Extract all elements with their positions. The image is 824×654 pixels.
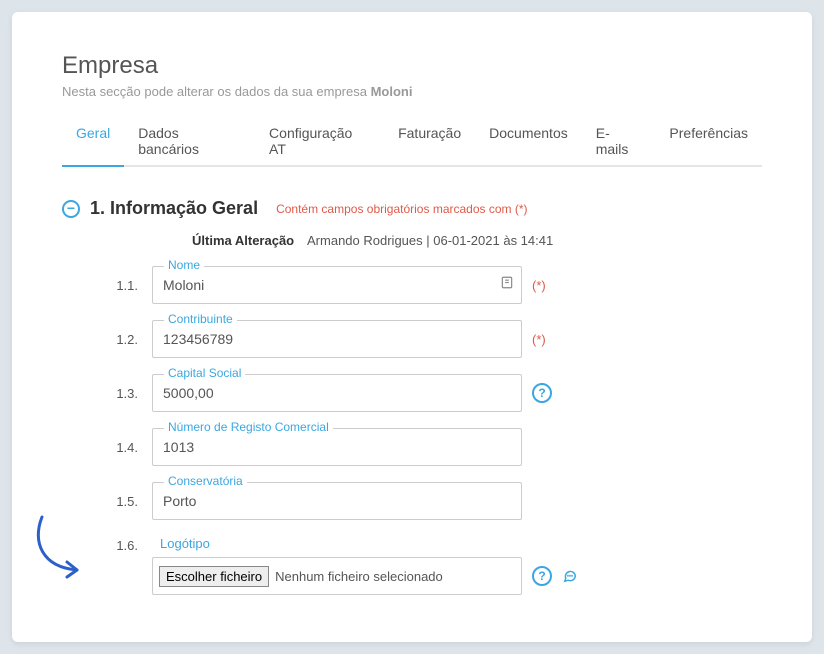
tab-faturacao[interactable]: Faturação (384, 117, 475, 167)
row-number: 1.2. (112, 332, 152, 347)
label-conservatoria: Conservatória (164, 474, 247, 488)
row-registo-comercial: 1.4. Número de Registo Comercial (112, 428, 762, 466)
label-contribuinte: Contribuinte (164, 312, 237, 326)
section-title: 1. Informação Geral (90, 198, 258, 219)
file-input-box: Escolher ficheiro Nenhum ficheiro seleci… (152, 557, 522, 595)
input-wrap-contribuinte: Contribuinte (152, 320, 522, 358)
row-number: 1.4. (112, 440, 152, 455)
page-subtitle: Nesta secção pode alterar os dados da su… (62, 84, 762, 99)
comment-icon[interactable] (560, 566, 580, 586)
tab-emails[interactable]: E-mails (582, 117, 656, 167)
label-nome: Nome (164, 258, 204, 272)
tab-documentos[interactable]: Documentos (475, 117, 582, 167)
row-number: 1.6. (112, 538, 152, 553)
help-icon[interactable]: ? (532, 566, 552, 586)
section-header: − 1. Informação Geral Contém campos obri… (62, 198, 762, 219)
row-number: 1.5. (112, 494, 152, 509)
settings-card: Empresa Nesta secção pode alterar os dad… (12, 12, 812, 642)
row-number: 1.1. (112, 278, 152, 293)
label-logotipo: Logótipo (160, 536, 580, 551)
last-modified-value: Armando Rodrigues | 06-01-2021 às 14:41 (307, 233, 553, 248)
section-required-note: Contém campos obrigatórios marcados com … (276, 202, 527, 216)
row-number: 1.3. (112, 386, 152, 401)
input-wrap-capital: Capital Social (152, 374, 522, 412)
logotipo-content: Logótipo Escolher ficheiro Nenhum fichei… (152, 536, 580, 595)
input-wrap-registo: Número de Registo Comercial (152, 428, 522, 466)
required-mark: (*) (532, 278, 546, 293)
tab-geral[interactable]: Geral (62, 117, 124, 167)
label-registo: Número de Registo Comercial (164, 420, 333, 434)
input-nome[interactable] (152, 266, 522, 304)
row-nome: 1.1. Nome (*) (112, 266, 762, 304)
choose-file-button[interactable]: Escolher ficheiro (159, 566, 269, 587)
last-modified-label: Última Alteração (192, 233, 294, 248)
collapse-icon[interactable]: − (62, 200, 80, 218)
row-contribuinte: 1.2. Contribuinte (*) (112, 320, 762, 358)
trailing: ? (532, 383, 552, 403)
page-title: Empresa (62, 52, 762, 80)
help-icon[interactable]: ? (532, 383, 552, 403)
required-mark: (*) (532, 332, 546, 347)
trailing: ? (532, 566, 580, 586)
input-wrap-nome: Nome (152, 266, 522, 304)
trailing: (*) (532, 332, 546, 347)
last-modified: Última Alteração Armando Rodrigues | 06-… (192, 233, 762, 248)
tab-dados-bancarios[interactable]: Dados bancários (124, 117, 255, 167)
autofill-icon[interactable] (500, 276, 514, 295)
tab-configuracao-at[interactable]: Configuração AT (255, 117, 384, 167)
trailing: (*) (532, 278, 546, 293)
annotation-arrow-icon (22, 512, 102, 582)
form-rows: 1.1. Nome (*) 1.2. Contribuinte (*) (112, 266, 762, 595)
tab-preferencias[interactable]: Preferências (655, 117, 762, 167)
row-capital-social: 1.3. Capital Social ? (112, 374, 762, 412)
file-status-text: Nenhum ficheiro selecionado (275, 569, 443, 584)
label-capital: Capital Social (164, 366, 245, 380)
row-logotipo: 1.6. Logótipo Escolher ficheiro Nenhum f… (112, 536, 762, 595)
input-wrap-conservatoria: Conservatória (152, 482, 522, 520)
row-conservatoria: 1.5. Conservatória (112, 482, 762, 520)
tabs: Geral Dados bancários Configuração AT Fa… (62, 117, 762, 168)
